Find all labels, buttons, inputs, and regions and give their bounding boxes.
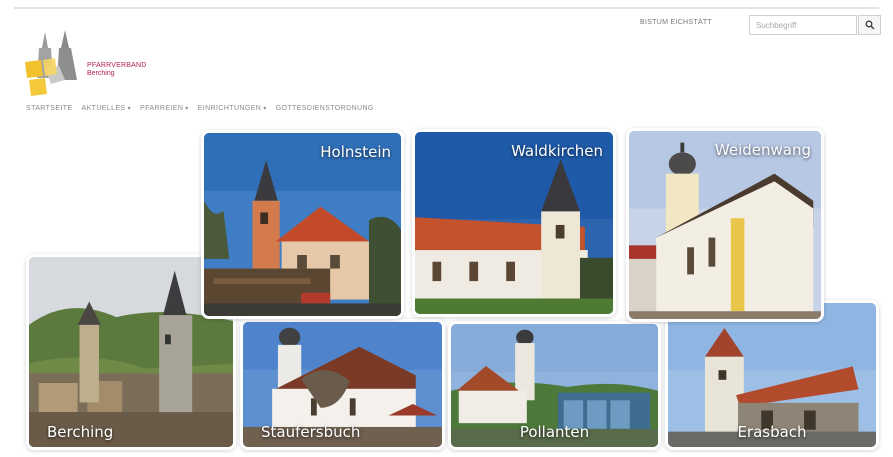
bistum-link[interactable]: BISTUM EICHSTÄTT — [640, 19, 712, 26]
parish-tile-holnstein[interactable]: Holnstein — [201, 130, 404, 319]
parish-label: Holnstein — [320, 143, 391, 161]
parish-tile-erasbach[interactable]: Erasbach — [665, 300, 879, 450]
search-input[interactable] — [749, 15, 857, 35]
nav-label: PFARREIEN — [140, 105, 184, 112]
nav-item-einrichtungen[interactable]: EINRICHTUNGEN ▾ — [198, 105, 267, 112]
brand-name[interactable]: PFARRVERBAND Berching — [87, 62, 146, 77]
nav-label: EINRICHTUNGEN — [197, 105, 262, 112]
parish-label: Berching — [47, 423, 114, 441]
parish-label: Weidenwang — [714, 141, 811, 159]
weidenwang-photo — [629, 131, 821, 319]
brand-line2: Berching — [87, 70, 115, 77]
search-icon — [865, 20, 875, 30]
nav-item-aktuelles[interactable]: AKTUELLES ▾ — [82, 105, 131, 112]
parish-label: Erasbach — [737, 423, 807, 441]
parish-tile-pollanten[interactable]: Pollanten — [448, 321, 661, 450]
caret-down-icon: ▾ — [185, 106, 189, 112]
brand-line1: PFARRVERBAND — [87, 62, 147, 69]
main-nav: STARTSEITE AKTUELLES ▾ PFARREIEN ▾ EINRICH… — [26, 105, 374, 112]
nav-label: STARTSEITE — [26, 105, 73, 112]
parish-label: Waldkirchen — [511, 142, 603, 160]
nav-item-gottesdienstordnung[interactable]: GOTTESDIENSTORDNUNG — [276, 105, 374, 112]
nav-label: GOTTESDIENSTORDNUNG — [275, 105, 374, 112]
parish-label: Pollanten — [519, 423, 590, 441]
parish-tile-staufersbuch[interactable]: Staufersbuch — [240, 319, 445, 450]
parish-tile-weidenwang[interactable]: Weidenwang — [626, 128, 824, 322]
parish-tile-waldkirchen[interactable]: Waldkirchen — [412, 129, 616, 317]
search-button[interactable] — [858, 15, 881, 35]
nav-item-startseite[interactable]: STARTSEITE — [26, 105, 73, 112]
caret-down-icon: ▾ — [127, 106, 132, 112]
nav-item-pfarreien[interactable]: PFARREIEN ▾ — [140, 105, 189, 112]
parish-logo[interactable] — [25, 30, 85, 96]
caret-down-icon: ▾ — [263, 106, 267, 112]
top-divider — [14, 7, 879, 9]
nav-label: AKTUELLES — [81, 105, 126, 112]
parish-label: Staufersbuch — [261, 423, 361, 441]
